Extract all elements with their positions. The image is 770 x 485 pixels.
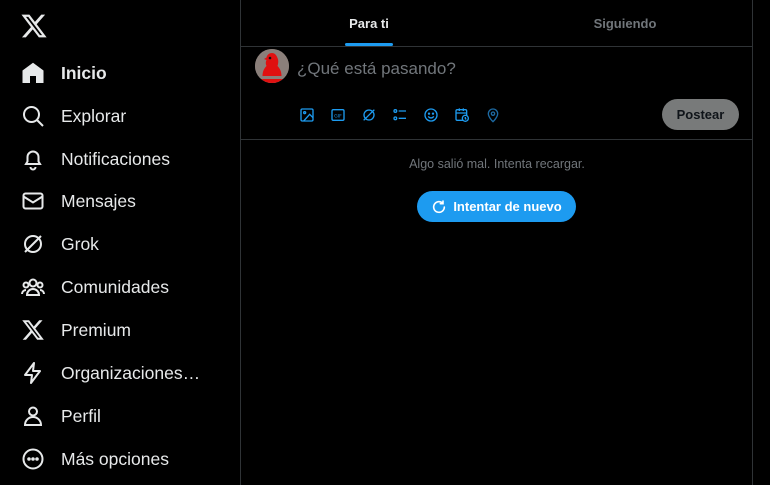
refresh-icon bbox=[433, 199, 446, 213]
sidebar: Inicio Explorar Notificaciones Mensajes … bbox=[0, 0, 240, 485]
x-icon bbox=[12, 317, 54, 343]
retry-label: Intentar de nuevo bbox=[453, 199, 562, 214]
compose-input[interactable]: ¿Qué está pasando? bbox=[297, 59, 456, 79]
lightning-icon bbox=[12, 360, 54, 386]
sidebar-item-organizaciones[interactable]: Organizaciones v... bbox=[12, 353, 232, 393]
image-icon[interactable] bbox=[297, 105, 328, 125]
sidebar-item-label: Premium bbox=[61, 319, 132, 340]
sidebar-item-grok[interactable]: Grok bbox=[12, 224, 232, 264]
tab-siguiendo[interactable]: Siguiendo bbox=[497, 0, 753, 46]
sidebar-item-label: Inicio bbox=[61, 62, 107, 83]
retry-button[interactable]: Intentar de nuevo bbox=[417, 191, 576, 222]
sidebar-item-label: Mensajes bbox=[61, 190, 136, 211]
schedule-icon[interactable] bbox=[452, 105, 483, 125]
sidebar-item-label: Explorar bbox=[61, 105, 127, 126]
error-message: Algo salió mal. Intenta recargar. bbox=[409, 157, 585, 171]
svg-text:GIF: GIF bbox=[334, 113, 342, 119]
poll-icon[interactable] bbox=[390, 105, 421, 125]
search-icon bbox=[12, 103, 54, 129]
people-icon bbox=[12, 274, 54, 300]
bell-icon bbox=[12, 146, 54, 172]
sidebar-item-label: Perfil bbox=[61, 405, 101, 426]
grok-icon[interactable] bbox=[359, 105, 390, 125]
sidebar-item-premium[interactable]: Premium bbox=[12, 310, 232, 350]
sidebar-item-label: Más opciones bbox=[61, 448, 169, 469]
active-tab-indicator bbox=[345, 43, 393, 46]
sidebar-item-notificaciones[interactable]: Notificaciones bbox=[12, 139, 232, 179]
sidebar-item-inicio[interactable]: Inicio bbox=[12, 53, 232, 93]
sidebar-item-label: Grok bbox=[61, 233, 99, 254]
composer-toolbar: GIF bbox=[297, 105, 514, 125]
x-logo-icon[interactable] bbox=[20, 12, 48, 40]
more-circle-icon bbox=[12, 446, 54, 472]
tab-label: Para ti bbox=[349, 15, 389, 31]
envelope-icon bbox=[12, 188, 54, 214]
timeline-tabs: Para ti Siguiendo bbox=[241, 0, 753, 47]
location-icon[interactable] bbox=[483, 105, 514, 125]
grok-icon bbox=[12, 231, 54, 257]
sidebar-item-label: Notificaciones bbox=[61, 148, 170, 169]
sidebar-item-comunidades[interactable]: Comunidades bbox=[12, 267, 232, 307]
sidebar-item-mensajes[interactable]: Mensajes bbox=[12, 181, 232, 221]
main-column: Para ti Siguiendo ¿Qué está pasando? GIF bbox=[240, 0, 753, 485]
gif-icon[interactable]: GIF bbox=[328, 105, 359, 125]
home-icon bbox=[12, 60, 54, 86]
tab-para-ti[interactable]: Para ti bbox=[241, 0, 497, 46]
emoji-icon[interactable] bbox=[421, 105, 452, 125]
user-icon bbox=[12, 403, 54, 429]
sidebar-item-label: Comunidades bbox=[61, 276, 169, 297]
sidebar-item-explorar[interactable]: Explorar bbox=[12, 96, 232, 136]
tab-label: Siguiendo bbox=[593, 15, 657, 31]
post-composer: ¿Qué está pasando? GIF Postear bbox=[241, 47, 753, 140]
sidebar-item-mas-opciones[interactable]: Más opciones bbox=[12, 439, 232, 479]
avatar[interactable] bbox=[255, 49, 289, 83]
sidebar-item-perfil[interactable]: Perfil bbox=[12, 396, 232, 436]
post-button[interactable]: Postear bbox=[662, 99, 739, 130]
sidebar-item-label: Organizaciones v... bbox=[61, 362, 204, 383]
